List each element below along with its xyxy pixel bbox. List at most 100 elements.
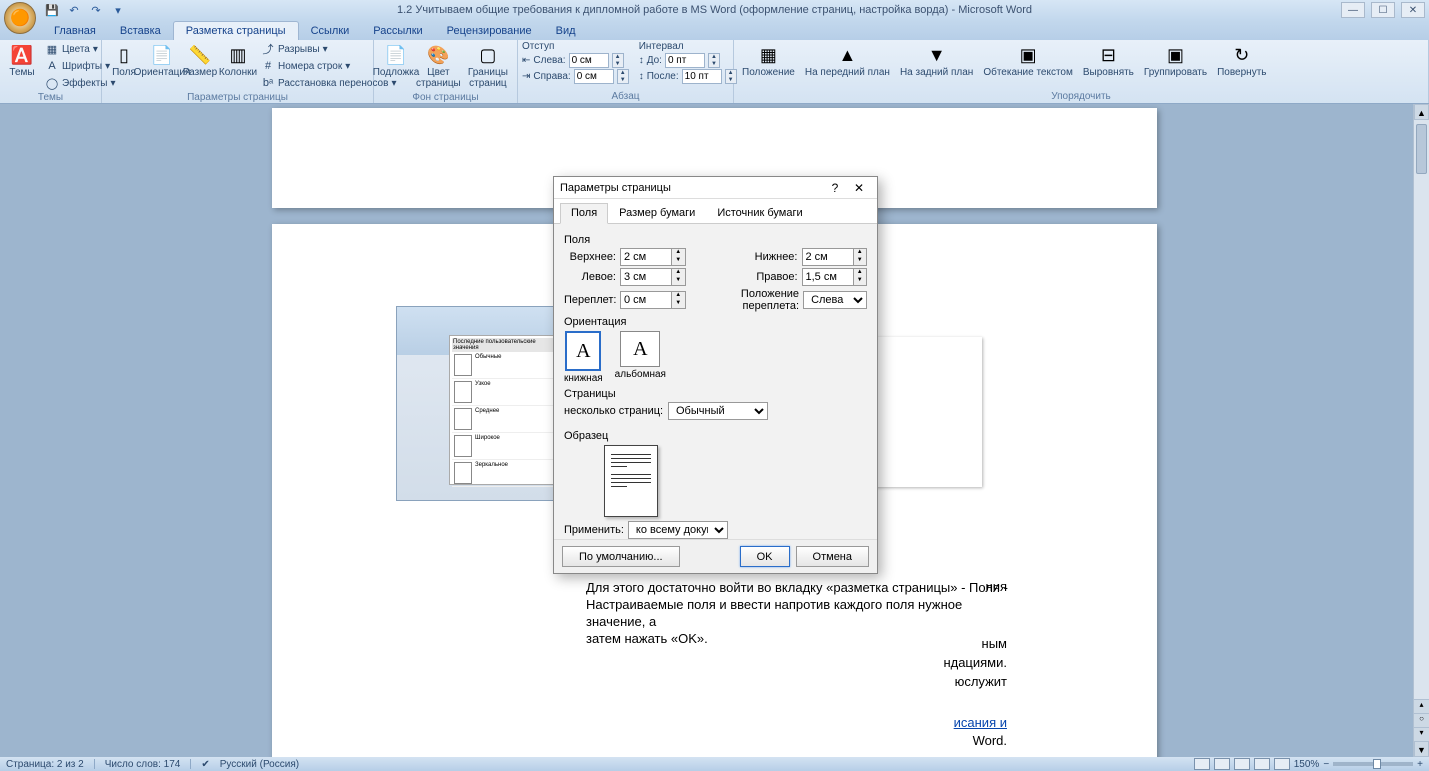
left-margin-input[interactable] <box>620 268 672 286</box>
view-web-layout-button[interactable] <box>1234 758 1250 770</box>
scroll-down-button[interactable]: ▼ <box>1414 741 1429 757</box>
orientation-button[interactable]: 📄Ориентация <box>144 41 180 81</box>
apply-to-select[interactable]: ко всему документу <box>628 521 728 539</box>
cancel-button[interactable]: Отмена <box>796 546 869 567</box>
hyphen-icon: bᵃ <box>261 76 275 90</box>
dialog-tab-paper[interactable]: Размер бумаги <box>608 203 706 223</box>
top-margin-input[interactable] <box>620 248 672 266</box>
dialog-tab-margins[interactable]: Поля <box>560 203 608 224</box>
spacing-before-spinner[interactable]: ▲▼ <box>708 53 720 68</box>
columns-icon: ▥ <box>226 43 250 67</box>
breaks-icon: ⤴ <box>261 42 275 56</box>
view-print-layout-button[interactable] <box>1194 758 1210 770</box>
margins-section-label: Поля <box>564 234 867 246</box>
indent-left-input[interactable] <box>569 53 609 68</box>
minimize-button[interactable]: — <box>1341 2 1365 18</box>
orientation-portrait-button[interactable]: A книжная <box>564 331 603 384</box>
bottom-margin-spinner[interactable]: ▲▼ <box>854 248 868 266</box>
group-button[interactable]: ▣Группировать <box>1140 41 1211 81</box>
group-arrange-label: Упорядочить <box>738 90 1424 103</box>
wrap-icon: ▣ <box>1016 43 1040 67</box>
themes-button[interactable]: 🅰️ Темы <box>4 41 40 81</box>
browse-object-button[interactable]: ○ <box>1414 713 1429 727</box>
dialog-close-button[interactable]: ✕ <box>847 181 871 195</box>
doc-para-1: Для этого достаточно войти во вкладку «р… <box>586 580 1018 597</box>
zoom-in-button[interactable]: + <box>1417 759 1423 770</box>
maximize-button[interactable]: ☐ <box>1371 2 1395 18</box>
bottom-margin-input[interactable] <box>802 248 854 266</box>
borders-icon: ▢ <box>476 43 500 67</box>
gutter-spinner[interactable]: ▲▼ <box>672 291 686 309</box>
zoom-slider[interactable] <box>1333 762 1413 766</box>
top-margin-label: Верхнее: <box>564 251 616 263</box>
view-draft-button[interactable] <box>1274 758 1290 770</box>
group-page-bg-label: Фон страницы <box>378 91 513 104</box>
page-color-button[interactable]: 🎨Цвет страницы <box>416 41 461 91</box>
tab-review[interactable]: Рецензирование <box>435 22 544 40</box>
text-wrap-button[interactable]: ▣Обтекание текстом <box>979 41 1077 81</box>
multi-pages-select[interactable]: Обычный <box>668 402 768 420</box>
office-button[interactable]: 🟠 <box>4 2 36 34</box>
status-page[interactable]: Страница: 2 из 2 <box>6 759 84 770</box>
scroll-thumb[interactable] <box>1416 124 1427 174</box>
tab-page-layout[interactable]: Разметка страницы <box>173 21 299 40</box>
landscape-icon: A <box>620 331 660 367</box>
dialog-tab-source[interactable]: Источник бумаги <box>706 203 813 223</box>
zoom-out-button[interactable]: − <box>1323 759 1329 770</box>
columns-button[interactable]: ▥Колонки <box>220 41 256 81</box>
qat-redo-icon[interactable]: ↷ <box>88 2 104 18</box>
tab-references[interactable]: Ссылки <box>299 22 362 40</box>
close-button[interactable]: ✕ <box>1401 2 1425 18</box>
ok-button[interactable]: OK <box>740 546 790 567</box>
send-back-button[interactable]: ▼На задний план <box>896 41 977 81</box>
orientation-landscape-button[interactable]: A альбомная <box>615 331 666 384</box>
status-words[interactable]: Число слов: 174 <box>105 759 181 770</box>
rotate-button[interactable]: ↻Повернуть <box>1213 41 1270 81</box>
tab-insert[interactable]: Вставка <box>108 22 173 40</box>
tab-home[interactable]: Главная <box>42 22 108 40</box>
top-margin-spinner[interactable]: ▲▼ <box>672 248 686 266</box>
position-button[interactable]: ▦Положение <box>738 41 799 81</box>
themes-label: Темы <box>9 68 34 79</box>
dialog-title: Параметры страницы <box>560 182 823 194</box>
gutter-input[interactable] <box>620 291 672 309</box>
status-proofing-icon[interactable]: ✔ <box>201 759 209 770</box>
gutter-label: Переплет: <box>564 294 616 306</box>
indent-right-input[interactable] <box>574 69 614 84</box>
right-margin-input[interactable] <box>802 268 854 286</box>
bottom-margin-label: Нижнее: <box>686 251 798 263</box>
spacing-before-input[interactable] <box>665 53 705 68</box>
scroll-up-button[interactable]: ▲ <box>1414 104 1429 120</box>
align-button[interactable]: ⊟Выровнять <box>1079 41 1138 81</box>
view-outline-button[interactable] <box>1254 758 1270 770</box>
qat-save-icon[interactable]: 💾 <box>44 2 60 18</box>
left-margin-label: Левое: <box>564 271 616 283</box>
size-icon: 📏 <box>188 43 212 67</box>
vertical-scrollbar[interactable]: ▲ ▴ ○ ▾ ▼ <box>1413 104 1429 757</box>
spacing-after-icon: ↕ <box>639 71 644 82</box>
qat-customize-icon[interactable]: ▾ <box>110 2 126 18</box>
spacing-after-input[interactable] <box>682 69 722 84</box>
status-language[interactable]: Русский (Россия) <box>220 759 299 770</box>
next-page-button[interactable]: ▾ <box>1414 727 1429 741</box>
indent-right-spinner[interactable]: ▲▼ <box>617 69 629 84</box>
gutter-pos-select[interactable]: Слева <box>803 291 867 309</box>
view-full-screen-button[interactable] <box>1214 758 1230 770</box>
indent-right-icon: ⇥ <box>522 71 530 82</box>
indent-left-spinner[interactable]: ▲▼ <box>612 53 624 68</box>
size-button[interactable]: 📏Размер <box>182 41 218 81</box>
page-borders-button[interactable]: ▢Границы страниц <box>463 41 513 91</box>
status-zoom[interactable]: 150% <box>1294 759 1320 770</box>
position-icon: ▦ <box>756 43 780 67</box>
tab-view[interactable]: Вид <box>544 22 588 40</box>
dialog-help-button[interactable]: ? <box>823 181 847 195</box>
bring-front-button[interactable]: ▲На передний план <box>801 41 894 81</box>
qat-undo-icon[interactable]: ↶ <box>66 2 82 18</box>
watermark-button[interactable]: 📄Подложка <box>378 41 414 81</box>
left-margin-spinner[interactable]: ▲▼ <box>672 268 686 286</box>
right-margin-spinner[interactable]: ▲▼ <box>854 268 868 286</box>
page-color-icon: 🎨 <box>426 43 450 67</box>
prev-page-button[interactable]: ▴ <box>1414 699 1429 713</box>
tab-mailings[interactable]: Рассылки <box>361 22 434 40</box>
default-button[interactable]: По умолчанию... <box>562 546 680 567</box>
